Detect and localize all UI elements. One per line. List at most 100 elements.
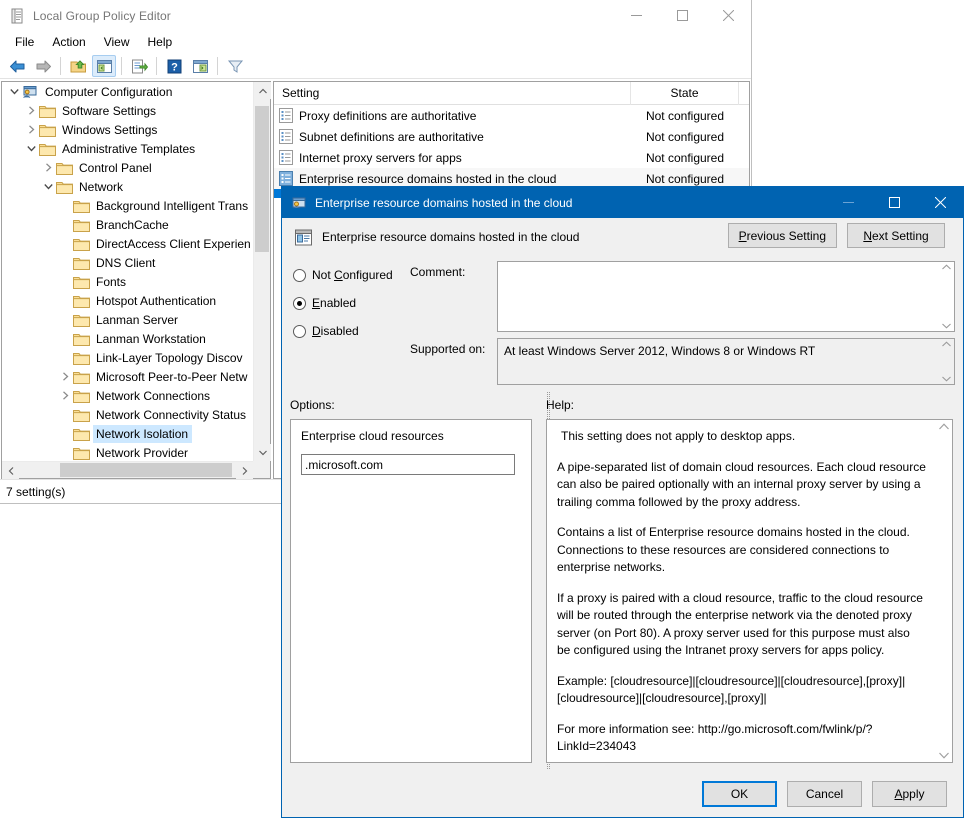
comment-scrollbar[interactable] xyxy=(939,262,954,331)
radio-not-configured-indicator[interactable] xyxy=(293,269,306,282)
tree-item-fonts[interactable]: Fonts xyxy=(2,272,253,291)
twisty-spacer xyxy=(57,217,73,233)
options-box: Enterprise cloud resources xyxy=(290,419,532,763)
menu-action[interactable]: Action xyxy=(43,32,94,52)
toolbar-separator xyxy=(60,57,61,75)
twisty-spacer xyxy=(57,236,73,252)
tree-scroll-up-icon[interactable] xyxy=(254,82,271,99)
radio-not-configured[interactable]: Not Configured xyxy=(293,268,393,282)
export-list-icon[interactable] xyxy=(127,55,151,77)
tree-scroll-left-icon[interactable] xyxy=(2,462,19,479)
dialog-maximize-button[interactable] xyxy=(871,187,917,218)
column-header-setting[interactable]: Setting xyxy=(274,82,631,105)
radio-disabled-indicator[interactable] xyxy=(293,325,306,338)
settings-list-header: Setting State xyxy=(274,82,749,105)
chevron-right-icon[interactable] xyxy=(23,103,39,119)
tree-item-network-connectivity-status[interactable]: Network Connectivity Status xyxy=(2,405,253,424)
chevron-right-icon[interactable] xyxy=(23,122,39,138)
column-header-spacer xyxy=(739,82,749,105)
dialog-close-button[interactable] xyxy=(917,187,963,218)
setting-nav-buttons: Previous Setting Next Setting xyxy=(728,223,945,248)
comment-textarea[interactable] xyxy=(497,261,955,332)
tree-item-network-provider[interactable]: Network Provider xyxy=(2,443,253,461)
tree-item-label: Network Connections xyxy=(94,388,213,404)
tree-item-branchcache[interactable]: BranchCache xyxy=(2,215,253,234)
radio-enabled-indicator[interactable] xyxy=(293,297,306,310)
tree-item-lanman-server[interactable]: Lanman Server xyxy=(2,310,253,329)
tree-item-network[interactable]: Network xyxy=(2,177,253,196)
properties-icon[interactable] xyxy=(188,55,212,77)
tree-scroll-thumb[interactable] xyxy=(255,106,269,252)
show-hide-tree-icon[interactable] xyxy=(92,55,116,77)
column-header-state[interactable]: State xyxy=(631,82,739,105)
setting-cell: Proxy definitions are authoritative xyxy=(274,108,631,123)
help-text[interactable]: This setting does not apply to desktop a… xyxy=(547,420,935,762)
tree-scroll-right-icon[interactable] xyxy=(236,462,253,479)
radio-enabled[interactable]: Enabled xyxy=(293,296,356,310)
tree-item-label: DNS Client xyxy=(94,255,158,271)
close-button[interactable] xyxy=(705,0,751,31)
chevron-down-icon[interactable] xyxy=(40,179,56,195)
enterprise-cloud-resources-input[interactable] xyxy=(301,454,515,475)
settings-list[interactable]: Proxy definitions are authoritativeNot c… xyxy=(274,105,749,198)
status-bar-text: 7 setting(s) xyxy=(6,485,65,499)
twisty-spacer xyxy=(57,255,73,271)
tree-horizontal-scrollbar[interactable] xyxy=(2,461,253,478)
help-scrollbar[interactable] xyxy=(935,420,952,762)
tree-item-software-settings[interactable]: Software Settings xyxy=(2,101,253,120)
twisty-spacer xyxy=(57,312,73,328)
tree-item-lanman-workstation[interactable]: Lanman Workstation xyxy=(2,329,253,348)
folder-icon xyxy=(73,237,90,251)
supported-on-scrollbar[interactable] xyxy=(939,339,954,384)
tree-item-background-intelligent-trans[interactable]: Background Intelligent Trans xyxy=(2,196,253,215)
chevron-right-icon[interactable] xyxy=(40,160,56,176)
chevron-down-icon[interactable] xyxy=(23,141,39,157)
maximize-button[interactable] xyxy=(659,0,705,31)
next-setting-button[interactable]: Next Setting xyxy=(847,223,945,248)
help-paragraph: This setting does not apply to desktop a… xyxy=(557,428,926,446)
dialog-footer: OK Cancel Apply xyxy=(282,770,963,817)
menu-file[interactable]: File xyxy=(6,32,43,52)
tree-item-control-panel[interactable]: Control Panel xyxy=(2,158,253,177)
back-arrow-icon[interactable] xyxy=(5,55,29,77)
apply-button[interactable]: Apply xyxy=(872,781,947,807)
main-titlebar: Local Group Policy Editor xyxy=(0,0,751,31)
tree-item-label: Lanman Workstation xyxy=(94,331,209,347)
chevron-right-icon[interactable] xyxy=(57,369,73,385)
tree-item-windows-settings[interactable]: Windows Settings xyxy=(2,120,253,139)
tree-item-computer-configuration[interactable]: Computer Configuration xyxy=(2,82,253,101)
previous-setting-button[interactable]: Previous Setting xyxy=(728,223,837,248)
menu-view[interactable]: View xyxy=(95,32,139,52)
tree-vertical-scrollbar[interactable] xyxy=(253,82,270,461)
up-folder-icon[interactable] xyxy=(66,55,90,77)
chevron-down-icon[interactable] xyxy=(6,84,22,100)
radio-disabled[interactable]: Disabled xyxy=(293,324,359,338)
tree-item-microsoft-peer-to-peer-netw[interactable]: Microsoft Peer-to-Peer Netw xyxy=(2,367,253,386)
tree-item-dns-client[interactable]: DNS Client xyxy=(2,253,253,272)
tree-item-administrative-templates[interactable]: Administrative Templates xyxy=(2,139,253,158)
setting-name: Internet proxy servers for apps xyxy=(299,151,462,165)
table-row[interactable]: Internet proxy servers for appsNot confi… xyxy=(274,147,749,168)
tree-item-label: Software Settings xyxy=(60,103,159,119)
chevron-right-icon[interactable] xyxy=(57,388,73,404)
menu-help[interactable]: Help xyxy=(139,32,182,52)
tree-item-network-connections[interactable]: Network Connections xyxy=(2,386,253,405)
tree-scroll-down-icon[interactable] xyxy=(254,444,271,461)
table-row[interactable]: Proxy definitions are authoritativeNot c… xyxy=(274,105,749,126)
twisty-spacer xyxy=(57,293,73,309)
filter-icon[interactable] xyxy=(223,55,247,77)
table-row[interactable]: Subnet definitions are authoritativeNot … xyxy=(274,126,749,147)
comment-value[interactable] xyxy=(498,262,938,331)
tree-hscroll-thumb[interactable] xyxy=(60,463,232,477)
tree-item-label: Link-Layer Topology Discov xyxy=(94,350,246,366)
forward-arrow-icon[interactable] xyxy=(31,55,55,77)
tree-item-hotspot-authentication[interactable]: Hotspot Authentication xyxy=(2,291,253,310)
tree-item-network-isolation[interactable]: Network Isolation xyxy=(2,424,253,443)
tree-item-directaccess-client-experien[interactable]: DirectAccess Client Experien xyxy=(2,234,253,253)
tree-item-link-layer-topology-discov[interactable]: Link-Layer Topology Discov xyxy=(2,348,253,367)
help-icon[interactable]: ? xyxy=(162,55,186,77)
ok-button[interactable]: OK xyxy=(702,781,777,807)
cancel-button[interactable]: Cancel xyxy=(787,781,862,807)
policy-tree[interactable]: Computer Configuration Software SettingsW… xyxy=(2,82,253,461)
minimize-button[interactable] xyxy=(613,0,659,31)
